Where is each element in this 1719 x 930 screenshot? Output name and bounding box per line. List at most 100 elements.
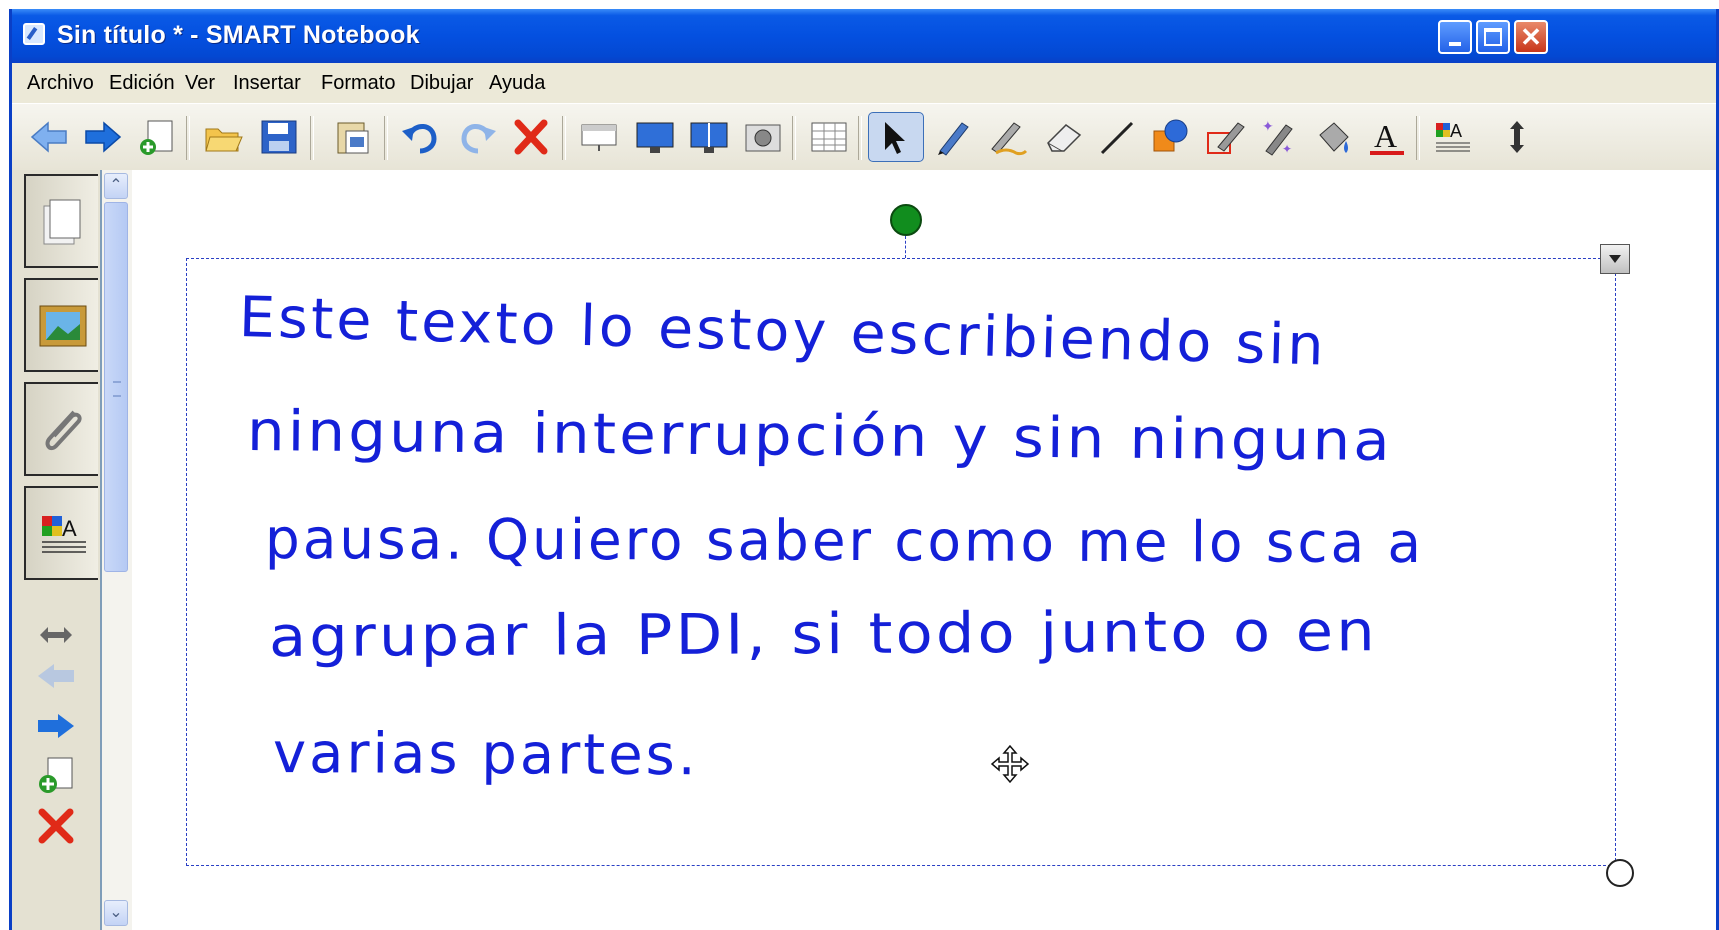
fill-button[interactable] [1308, 112, 1356, 162]
add-page-button[interactable] [132, 112, 180, 162]
page-sorter-tab[interactable] [24, 174, 98, 268]
full-screen-button[interactable] [630, 112, 678, 162]
shape-pen-button[interactable] [1200, 112, 1248, 162]
title-bar[interactable]: Sin título * - SMART Notebook ✕ [12, 9, 1716, 63]
full-screen-icon [636, 122, 674, 153]
magic-pen-button[interactable]: ✦ ✦ [1254, 112, 1302, 162]
capture-button[interactable] [738, 112, 786, 162]
delete-page-button[interactable] [34, 806, 78, 846]
capture-icon [745, 124, 781, 152]
open-button[interactable] [198, 112, 246, 162]
scroll-up-icon[interactable]: ⌃ [104, 173, 128, 199]
align-tabs-button[interactable] [34, 615, 78, 655]
text-icon: A [1370, 118, 1404, 155]
pen-button[interactable] [928, 112, 976, 162]
fill-icon [1319, 122, 1349, 153]
select-button[interactable] [868, 112, 924, 162]
undo-icon [402, 124, 437, 154]
properties-tab[interactable]: A [24, 486, 98, 580]
menu-dibujar[interactable]: Dibujar [410, 72, 473, 95]
notebook-app-icon[interactable] [23, 23, 45, 45]
dual-display-button[interactable] [684, 112, 732, 162]
shape-icon [1153, 119, 1188, 152]
magic-pen-icon: ✦✦ [1262, 118, 1293, 156]
shape-pen-icon [1207, 122, 1245, 154]
text-button[interactable]: A [1362, 112, 1410, 162]
toolbar-separator [562, 116, 566, 160]
menu-bar: Archivo Edición Ver Insertar Formato Dib… [12, 63, 1716, 103]
redo-button[interactable] [452, 112, 500, 162]
rotate-handle[interactable] [890, 204, 922, 236]
add-page-icon [140, 120, 173, 155]
paste-button[interactable] [328, 112, 376, 162]
open-folder-icon [205, 128, 243, 152]
forward-button[interactable] [78, 112, 126, 162]
handwriting-line: agrupar la PDI, si todo junto o en [268, 599, 1378, 670]
toolbar-separator [310, 116, 314, 160]
grip-icon [113, 381, 121, 397]
table-button[interactable] [804, 112, 852, 162]
window-title: Sin título * - SMART Notebook [57, 21, 420, 49]
properties-icon: A [1436, 121, 1470, 152]
minimize-button[interactable] [1438, 20, 1472, 54]
delete-icon [514, 119, 548, 155]
toolbar-separator [792, 116, 796, 160]
swap-sides-icon [40, 627, 72, 643]
pen-icon [938, 122, 969, 156]
handwriting-line: pausa. Quiero saber como me lo sca a [264, 507, 1425, 577]
svg-text:A: A [1450, 121, 1462, 141]
shape-button[interactable] [1146, 112, 1194, 162]
toolbar-separator [384, 116, 388, 160]
next-page-button[interactable] [34, 706, 78, 746]
selected-handwriting-object[interactable]: Este texto lo estoy escribiendo sin ning… [186, 258, 1616, 866]
properties-button[interactable]: A [1428, 112, 1476, 162]
table-icon [811, 122, 847, 152]
vertical-scrollbar[interactable]: ⌃ ⌄ [100, 170, 132, 930]
previous-page-button[interactable] [34, 656, 78, 696]
screen-shade-icon [581, 124, 617, 151]
toolbar: ✦ ✦ A A [12, 103, 1716, 171]
delete-icon [38, 808, 74, 844]
scroll-thumb[interactable] [104, 202, 128, 572]
paste-icon [337, 122, 369, 154]
maximize-button[interactable] [1476, 20, 1510, 54]
menu-ayuda[interactable]: Ayuda [489, 72, 545, 95]
resize-handle[interactable] [1606, 859, 1634, 887]
creative-pen-button[interactable] [982, 112, 1030, 162]
add-page-icon [39, 757, 73, 793]
menu-formato[interactable]: Formato [321, 72, 395, 95]
minimize-icon [1449, 42, 1461, 46]
gallery-tab[interactable] [24, 278, 98, 372]
eraser-button[interactable] [1038, 112, 1086, 162]
menu-archivo[interactable]: Archivo [27, 72, 94, 95]
add-page-button-side[interactable] [34, 756, 78, 796]
save-icon [261, 120, 297, 154]
delete-button[interactable] [506, 112, 554, 162]
toolbar-separator [186, 116, 190, 160]
close-button[interactable]: ✕ [1514, 20, 1548, 54]
page-sorter-icon [43, 199, 81, 245]
scroll-down-icon[interactable]: ⌄ [104, 900, 128, 926]
object-menu-icon[interactable] [1600, 244, 1630, 274]
redo-icon [461, 124, 496, 154]
forward-arrow-icon [38, 714, 74, 738]
toolbar-separator [858, 116, 862, 160]
save-button[interactable] [254, 112, 302, 162]
handwriting-line: ninguna interrupción y sin ninguna [246, 399, 1394, 474]
forward-arrow-icon [85, 121, 122, 153]
properties-icon: A [42, 516, 86, 553]
svg-text:A: A [62, 516, 77, 541]
screen-shade-button[interactable] [574, 112, 622, 162]
attachments-tab[interactable] [24, 382, 98, 476]
side-tabs: A [12, 170, 100, 930]
move-toolbar-button[interactable] [1492, 112, 1540, 162]
menu-edicion[interactable]: Edición [109, 72, 175, 95]
back-button[interactable] [24, 112, 72, 162]
line-button[interactable] [1092, 112, 1140, 162]
undo-button[interactable] [396, 112, 444, 162]
attachments-icon [45, 410, 82, 451]
move-toolbar-icon [1510, 121, 1524, 153]
menu-insertar[interactable]: Insertar [233, 72, 301, 95]
menu-ver[interactable]: Ver [185, 72, 215, 95]
svg-text:A: A [1374, 118, 1397, 154]
